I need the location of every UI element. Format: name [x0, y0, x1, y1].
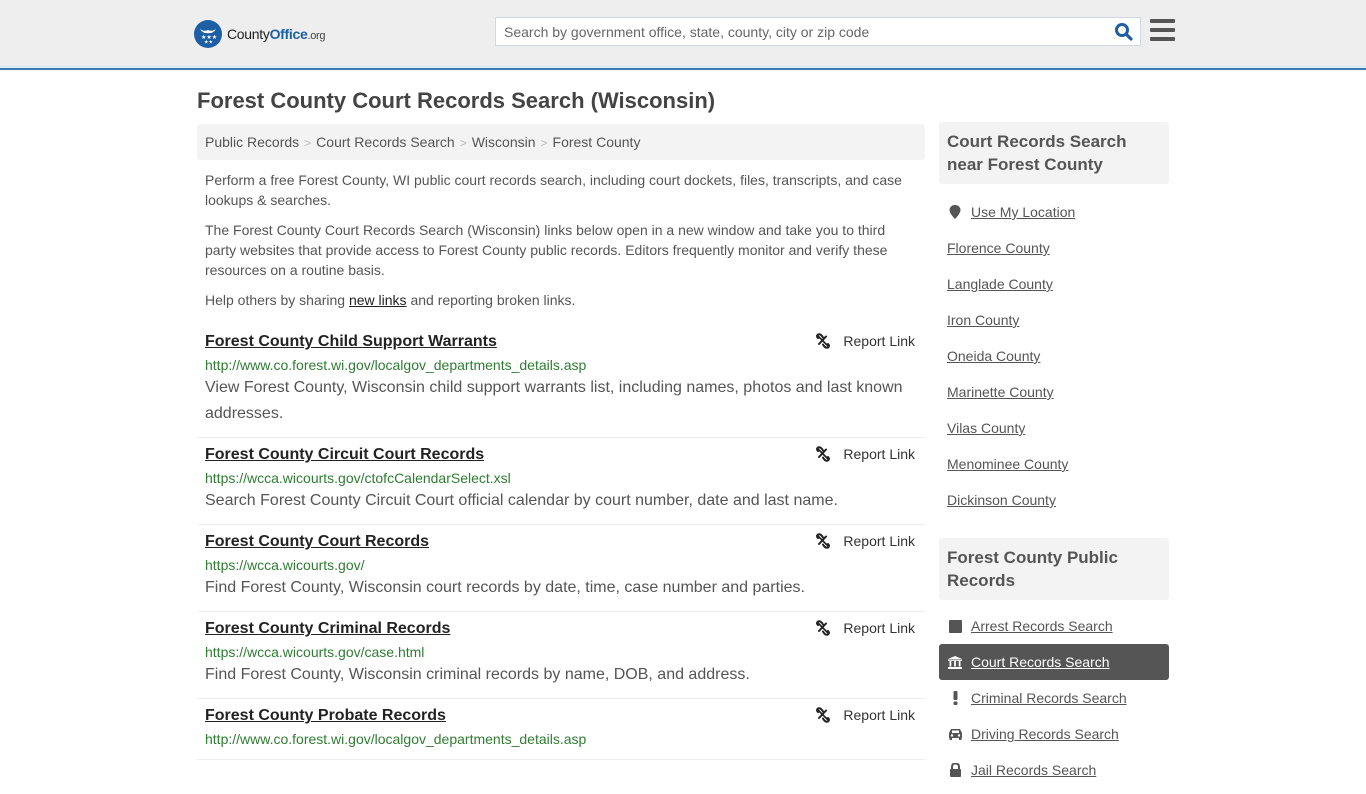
public-record-item-criminal: Criminal Records Search: [939, 680, 1169, 716]
arrest-records-link[interactable]: Arrest Records Search: [971, 618, 1113, 634]
result-item: Forest County Child Support Warrants htt…: [197, 325, 925, 438]
public-records-list: Arrest Records Search Court Records Sear…: [939, 600, 1169, 794]
result-item: Forest County Court Records https://wcca…: [197, 525, 925, 612]
result-description: Search Forest County Circuit Court offic…: [205, 492, 838, 509]
nearby-county-link[interactable]: Langlade County: [947, 276, 1053, 292]
result-description: View Forest County, Wisconsin child supp…: [205, 379, 903, 422]
report-link-button[interactable]: Report Link: [815, 620, 915, 636]
result-title-link[interactable]: Forest County Probate Records: [205, 707, 446, 725]
nearby-section-title: Court Records Search near Forest County: [939, 122, 1169, 184]
broken-link-icon: [816, 533, 831, 549]
result-url[interactable]: https://wcca.wicourts.gov/ctofcCalendarS…: [205, 470, 917, 486]
map-marker-icon: [947, 205, 963, 219]
nearby-county-item: Menominee County: [939, 446, 1169, 482]
public-records-section-title: Forest County Public Records: [939, 538, 1169, 600]
car-icon: [947, 728, 963, 740]
nearby-county-link[interactable]: Florence County: [947, 240, 1050, 256]
intro-help-paragraph: Help others by sharing new links and rep…: [205, 292, 576, 308]
public-record-item-driving: Driving Records Search: [939, 716, 1169, 752]
breadcrumb-separator: >: [540, 136, 548, 150]
site-logo[interactable]: ★★★ ★★ CountyOffice.org: [194, 20, 326, 48]
nearby-list: Use My Location Florence County Langlade…: [939, 184, 1169, 538]
breadcrumb-wisconsin[interactable]: Wisconsin: [472, 134, 536, 150]
result-title-link[interactable]: Forest County Criminal Records: [205, 620, 450, 638]
intro-paragraph: The Forest County Court Records Search (…: [205, 222, 888, 278]
eagle-stars-logo-icon: ★★★ ★★: [194, 20, 222, 48]
breadcrumb: Public Records > Court Records Search > Wisc…: [197, 124, 925, 160]
nearby-county-item: Oneida County: [939, 338, 1169, 374]
result-url[interactable]: https://wcca.wicourts.gov/: [205, 557, 917, 573]
result-title-link[interactable]: Forest County Child Support Warrants: [205, 333, 497, 351]
nearby-county-link[interactable]: Dickinson County: [947, 492, 1056, 508]
logo-text: CountyOffice.org: [227, 26, 326, 42]
sidebar: Court Records Search near Forest County …: [939, 122, 1169, 794]
report-link-button[interactable]: Report Link: [815, 446, 915, 462]
search-box: [495, 17, 1141, 46]
search-input[interactable]: [496, 18, 1096, 45]
breadcrumb-forest-county: Forest County: [552, 134, 641, 150]
result-title-link[interactable]: Forest County Court Records: [205, 533, 429, 551]
square-icon: [947, 619, 963, 633]
nearby-county-link[interactable]: Oneida County: [947, 348, 1040, 364]
nearby-county-item: Iron County: [939, 302, 1169, 338]
result-item: Forest County Criminal Records https://w…: [197, 612, 925, 699]
nearby-county-link[interactable]: Marinette County: [947, 384, 1054, 400]
public-record-item-court: Court Records Search: [939, 644, 1169, 680]
breadcrumb-separator: >: [459, 136, 467, 150]
use-location-item: Use My Location: [939, 194, 1169, 230]
report-link-button[interactable]: Report Link: [815, 707, 915, 723]
nearby-county-link[interactable]: Vilas County: [947, 420, 1025, 436]
intro-text: Perform a free Forest County, WI public …: [205, 170, 920, 320]
use-my-location-link[interactable]: Use My Location: [971, 204, 1075, 220]
broken-link-icon: [816, 620, 831, 636]
criminal-records-link[interactable]: Criminal Records Search: [971, 690, 1127, 706]
breadcrumb-public-records[interactable]: Public Records: [205, 134, 299, 150]
broken-link-icon: [816, 333, 831, 349]
result-url[interactable]: https://wcca.wicourts.gov/case.html: [205, 644, 917, 660]
nearby-county-link[interactable]: Iron County: [947, 312, 1019, 328]
results-list: Forest County Child Support Warrants htt…: [197, 325, 925, 760]
public-record-item-arrest: Arrest Records Search: [939, 608, 1169, 644]
header-bar: ★★★ ★★ CountyOffice.org: [0, 0, 1366, 70]
driving-records-link[interactable]: Driving Records Search: [971, 726, 1119, 742]
result-description: Find Forest County, Wisconsin criminal r…: [205, 666, 750, 683]
result-description: Find Forest County, Wisconsin court reco…: [205, 579, 805, 596]
nearby-county-item: Langlade County: [939, 266, 1169, 302]
intro-paragraph: Perform a free Forest County, WI public …: [205, 172, 902, 208]
result-title-link[interactable]: Forest County Circuit Court Records: [205, 446, 484, 464]
search-icon[interactable]: [1114, 22, 1134, 42]
courthouse-icon: [947, 655, 963, 669]
hamburger-menu-icon[interactable]: [1150, 19, 1175, 42]
page-title: Forest County Court Records Search (Wisc…: [197, 88, 716, 113]
svg-text:★★: ★★: [204, 40, 213, 45]
exclamation-icon: [947, 691, 963, 705]
result-item: Forest County Circuit Court Records http…: [197, 438, 925, 525]
report-link-button[interactable]: Report Link: [815, 333, 915, 349]
breadcrumb-separator: >: [304, 136, 312, 150]
new-links-link[interactable]: new links: [349, 292, 407, 308]
public-record-item-jail: Jail Records Search: [939, 752, 1169, 788]
report-link-button[interactable]: Report Link: [815, 533, 915, 549]
broken-link-icon: [816, 446, 831, 462]
broken-link-icon: [816, 707, 831, 723]
result-url[interactable]: http://www.co.forest.wi.gov/localgov_dep…: [205, 357, 917, 373]
lock-icon: [947, 763, 963, 777]
court-records-link[interactable]: Court Records Search: [971, 654, 1110, 670]
nearby-county-item: Florence County: [939, 230, 1169, 266]
result-url[interactable]: http://www.co.forest.wi.gov/localgov_dep…: [205, 731, 917, 747]
nearby-county-link[interactable]: Menominee County: [947, 456, 1068, 472]
jail-records-link[interactable]: Jail Records Search: [971, 762, 1096, 778]
nearby-county-item: Marinette County: [939, 374, 1169, 410]
nearby-county-item: Dickinson County: [939, 482, 1169, 518]
breadcrumb-court-records-search[interactable]: Court Records Search: [316, 134, 455, 150]
result-item: Forest County Probate Records http://www…: [197, 699, 925, 760]
nearby-county-item: Vilas County: [939, 410, 1169, 446]
